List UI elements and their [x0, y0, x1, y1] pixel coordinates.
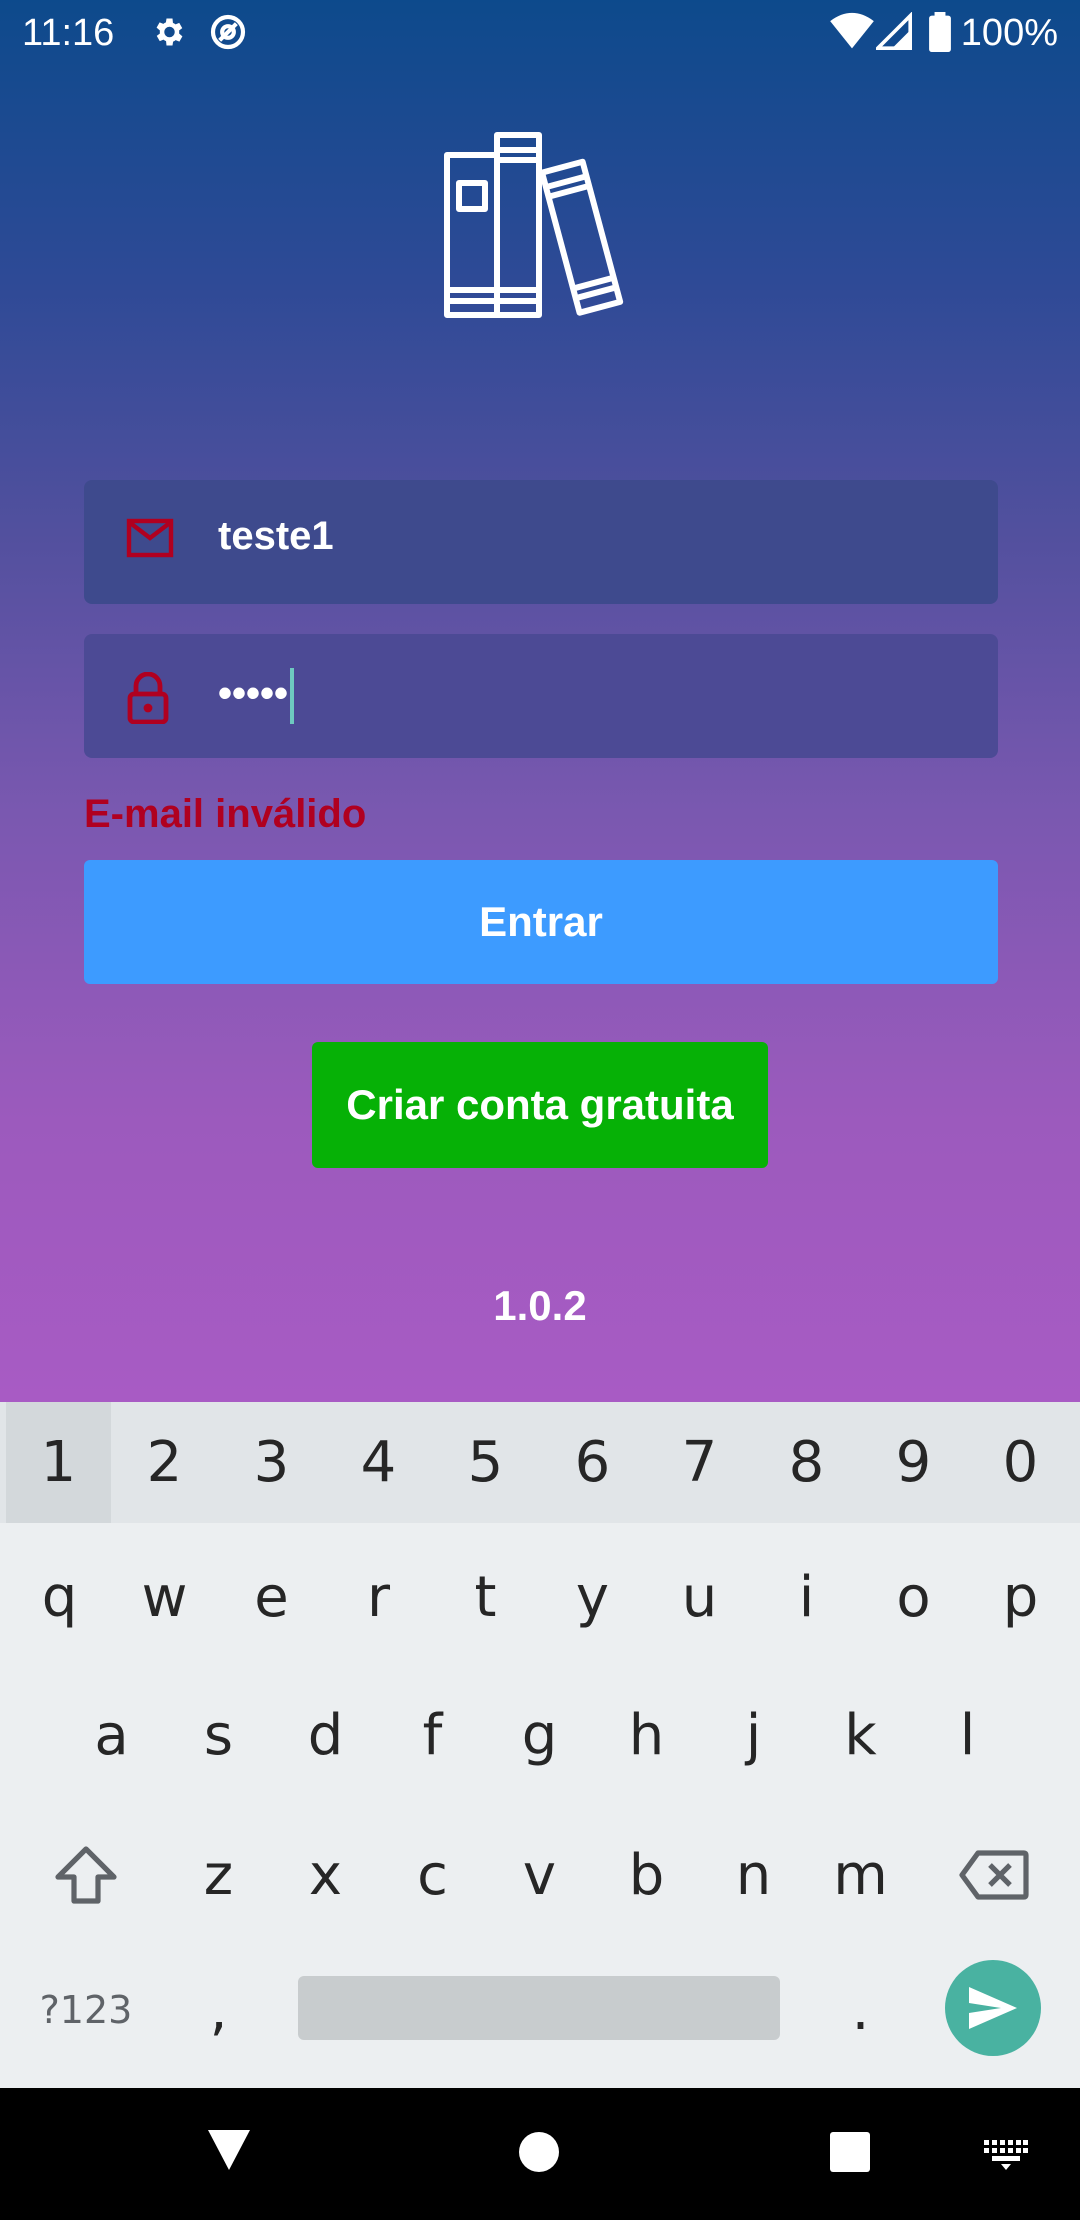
key-period[interactable]: .	[807, 1950, 914, 2070]
key-a[interactable]: a	[58, 1670, 165, 1800]
symbols-key[interactable]: ?123	[6, 1950, 166, 2070]
key-u[interactable]: u	[646, 1532, 753, 1662]
key-7[interactable]: 7	[646, 1402, 753, 1523]
cell-signal-icon	[873, 11, 912, 57]
battery-percent: 100%	[960, 12, 1058, 54]
sync-icon	[208, 12, 248, 57]
key-4[interactable]: 4	[325, 1402, 432, 1523]
password-field[interactable]: •••••	[84, 634, 998, 758]
key-9[interactable]: 9	[860, 1402, 967, 1523]
key-m[interactable]: m	[807, 1810, 914, 1940]
key-s[interactable]: s	[165, 1670, 272, 1800]
back-icon[interactable]	[206, 2128, 252, 2172]
key-8[interactable]: 8	[753, 1402, 860, 1523]
keyboard-switch-icon[interactable]	[984, 2140, 1028, 2170]
key-x[interactable]: x	[272, 1810, 379, 1940]
password-input-value: •••••	[218, 668, 295, 724]
error-message: E-mail inválido	[84, 792, 367, 836]
settings-icon	[150, 12, 186, 57]
send-key[interactable]	[945, 1960, 1041, 2056]
backspace-icon	[959, 1850, 1029, 1900]
key-5[interactable]: 5	[432, 1402, 539, 1523]
app-version: 1.0.2	[493, 1282, 587, 1329]
books-logo-icon	[432, 125, 652, 325]
key-k[interactable]: k	[807, 1670, 914, 1800]
status-bar: 11:16 100%	[0, 0, 1080, 70]
navigation-bar	[0, 2088, 1080, 2220]
recents-icon[interactable]	[829, 2132, 871, 2172]
key-q[interactable]: q	[6, 1532, 113, 1662]
key-h[interactable]: h	[593, 1670, 700, 1800]
key-r[interactable]: r	[325, 1532, 432, 1662]
key-l[interactable]: l	[914, 1670, 1021, 1800]
key-comma[interactable]: ,	[165, 1950, 272, 2070]
login-screen: 11:16 100% teste1 ••••• E-mail inválido …	[0, 0, 1080, 1402]
battery-icon	[928, 12, 952, 57]
key-f[interactable]: f	[379, 1670, 486, 1800]
send-icon	[969, 1987, 1017, 2029]
wifi-icon	[830, 12, 874, 57]
key-y[interactable]: y	[539, 1532, 646, 1662]
key-e[interactable]: e	[218, 1532, 325, 1662]
key-3[interactable]: 3	[218, 1402, 325, 1523]
key-2[interactable]: 2	[111, 1402, 218, 1523]
key-b[interactable]: b	[593, 1810, 700, 1940]
key-p[interactable]: p	[967, 1532, 1074, 1662]
key-c[interactable]: c	[379, 1810, 486, 1940]
create-account-button[interactable]: Criar conta gratuita	[312, 1042, 768, 1168]
mail-icon	[126, 518, 174, 563]
keyboard-number-row: 1 2 3 4 5 6 7 8 9 0	[0, 1402, 1080, 1523]
home-icon[interactable]	[518, 2131, 560, 2173]
shift-key[interactable]	[6, 1810, 166, 1940]
soft-keyboard: 1 2 3 4 5 6 7 8 9 0 q w e r t y u i o p …	[0, 1402, 1080, 2088]
key-6[interactable]: 6	[539, 1402, 646, 1523]
backspace-key[interactable]	[914, 1810, 1074, 1940]
space-key[interactable]	[298, 1976, 780, 2040]
email-input-value: teste1	[218, 514, 334, 558]
key-z[interactable]: z	[165, 1810, 272, 1940]
key-g[interactable]: g	[486, 1670, 593, 1800]
lock-icon	[126, 671, 170, 729]
key-w[interactable]: w	[111, 1532, 218, 1662]
key-t[interactable]: t	[432, 1532, 539, 1662]
key-o[interactable]: o	[860, 1532, 967, 1662]
key-j[interactable]: j	[700, 1670, 807, 1800]
key-i[interactable]: i	[753, 1532, 860, 1662]
text-cursor	[290, 668, 295, 724]
shift-icon	[55, 1846, 117, 1904]
key-v[interactable]: v	[486, 1810, 593, 1940]
login-button[interactable]: Entrar	[84, 860, 998, 984]
key-0[interactable]: 0	[967, 1402, 1074, 1523]
key-n[interactable]: n	[700, 1810, 807, 1940]
key-1[interactable]: 1	[6, 1402, 111, 1523]
status-time: 11:16	[22, 12, 115, 54]
email-field[interactable]: teste1	[84, 480, 998, 604]
key-d[interactable]: d	[272, 1670, 379, 1800]
